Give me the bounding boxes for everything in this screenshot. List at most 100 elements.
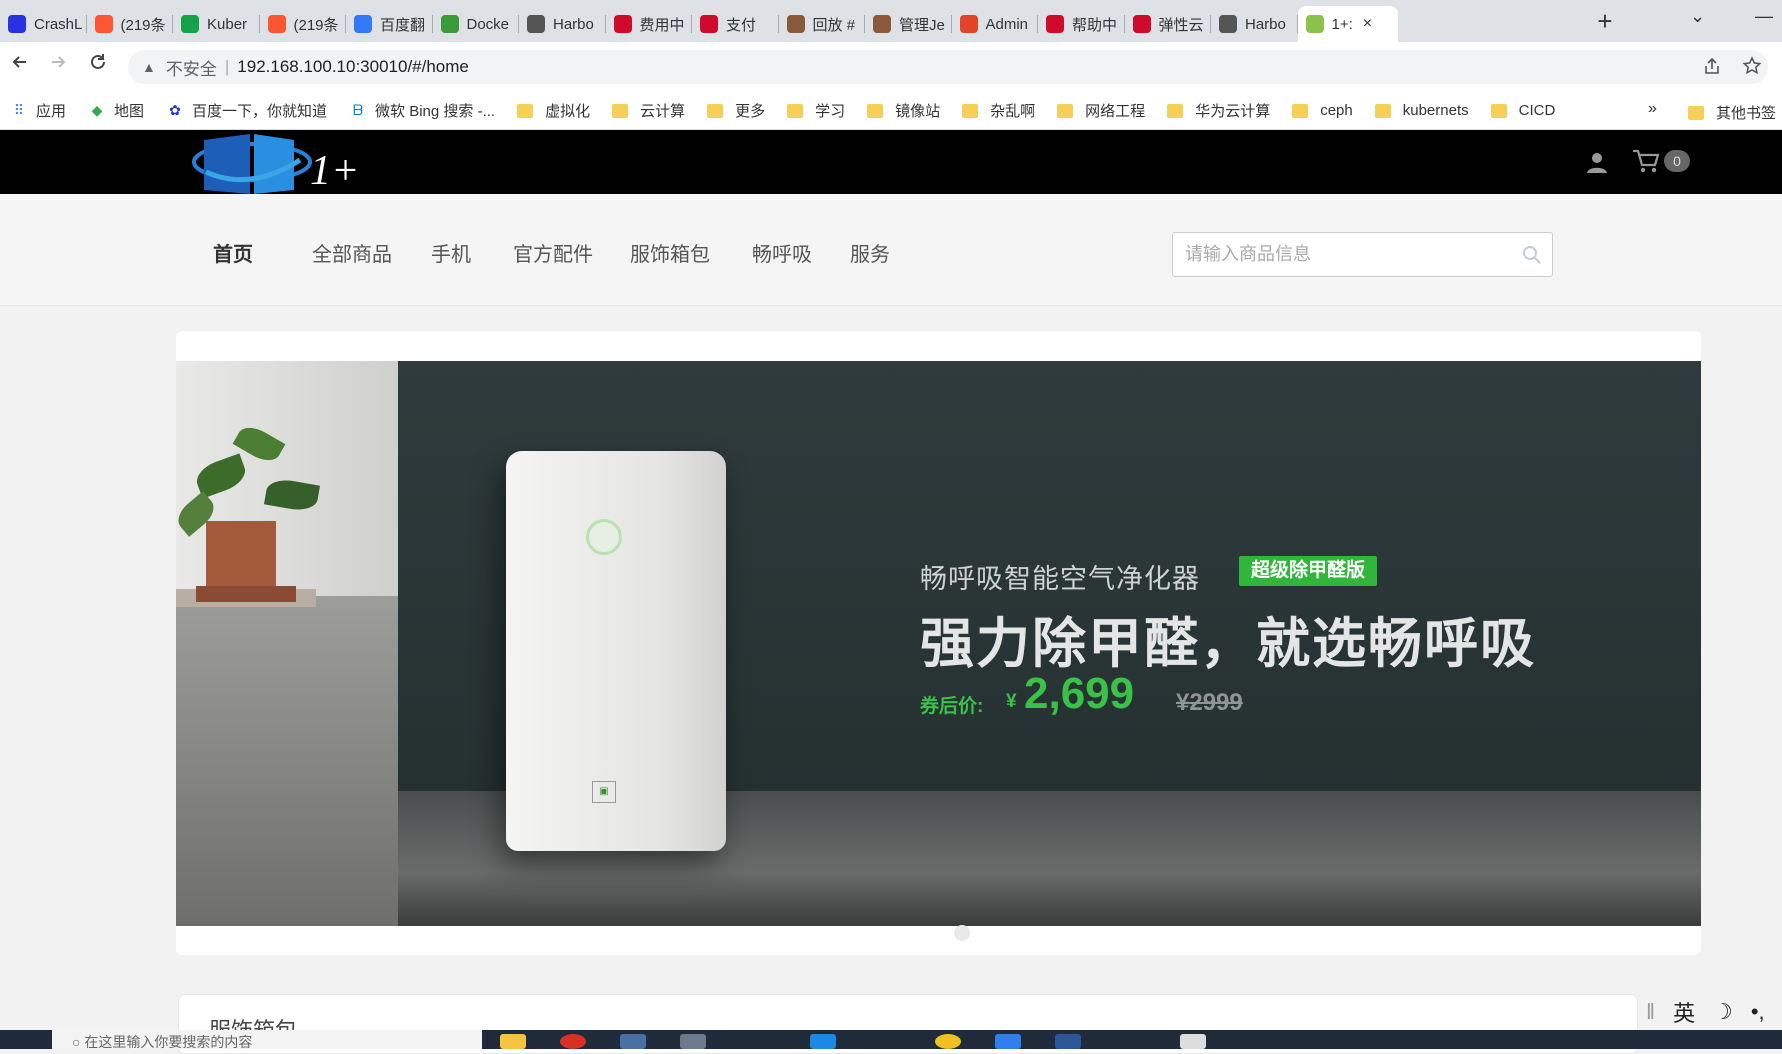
- nav-item[interactable]: 服饰箱包: [630, 238, 710, 267]
- app-icon[interactable]: [680, 1034, 706, 1049]
- bookmark-folder[interactable]: 虚拟化: [517, 100, 590, 121]
- url-text[interactable]: 192.168.100.10:30010/#/home: [237, 57, 469, 77]
- other-bookmarks[interactable]: 其他书签: [1688, 102, 1776, 123]
- browser-tab[interactable]: Kuber: [173, 6, 260, 42]
- browser-tab[interactable]: 管理Je: [865, 6, 952, 42]
- bookmarks-overflow-button[interactable]: »: [1648, 100, 1657, 118]
- browser-tab[interactable]: 1+: ×: [1297, 6, 1398, 42]
- browser-tab[interactable]: 弹性云: [1125, 6, 1211, 42]
- carousel-dot[interactable]: [954, 925, 970, 941]
- bookmark-maps[interactable]: ◆ 地图: [88, 100, 144, 121]
- harbor-icon: [1219, 15, 1237, 33]
- bookmark-folder[interactable]: 杂乱啊: [962, 100, 1035, 121]
- bookmark-folder[interactable]: 云计算: [612, 100, 685, 121]
- app-icon[interactable]: [810, 1034, 836, 1049]
- banner-wall-shadow: [176, 596, 398, 926]
- word-icon[interactable]: [1055, 1034, 1081, 1049]
- banner-price: 2,699: [1024, 669, 1135, 718]
- divider: |: [224, 57, 230, 76]
- address-bar[interactable]: ▲ 不安全 | 192.168.100.10:30010/#/home: [128, 50, 1768, 84]
- bookmark-folder[interactable]: kubernets: [1374, 102, 1469, 119]
- browser-tab[interactable]: (219条: [260, 6, 346, 42]
- search-icon[interactable]: [1522, 245, 1542, 265]
- currency-symbol: ¥: [1006, 691, 1017, 712]
- bookmark-bing[interactable]: ᗷ 微软 Bing 搜索 -...: [349, 100, 495, 121]
- bookmark-folder[interactable]: 镜像站: [867, 100, 940, 121]
- tab-label: (219条: [293, 16, 339, 34]
- windows-taskbar: ○ 在这里输入你要搜索的内容: [0, 1030, 1782, 1049]
- taskbar-search[interactable]: ○ 在这里输入你要搜索的内容: [52, 1030, 482, 1049]
- user-icon[interactable]: [1585, 150, 1609, 174]
- browser-tab[interactable]: 帮助中: [1038, 6, 1125, 42]
- air-purifier-image: ▣: [506, 451, 726, 851]
- nav-item[interactable]: 首页: [213, 238, 253, 267]
- share-icon[interactable]: [1702, 56, 1722, 81]
- folder-icon: [787, 103, 804, 118]
- tab-label: 回放 #: [812, 16, 856, 34]
- star-icon[interactable]: [1742, 56, 1762, 81]
- browser-tab[interactable]: (219条: [87, 6, 173, 42]
- browser-tab[interactable]: Docke: [433, 6, 519, 42]
- ime-handle[interactable]: ‖: [1646, 999, 1655, 1025]
- tab-label: 费用中: [639, 16, 685, 34]
- browser-tab[interactable]: 费用中: [606, 6, 692, 42]
- browser-tab[interactable]: Harbo: [1211, 6, 1298, 42]
- other-bookmarks-label: 其他书签: [1716, 105, 1777, 122]
- browser-tab[interactable]: Harbo: [519, 6, 606, 42]
- moon-icon[interactable]: ☽: [1713, 999, 1733, 1025]
- folder-icon: [612, 103, 629, 118]
- nav-item[interactable]: 手机: [431, 238, 471, 267]
- chrome-icon[interactable]: [560, 1034, 586, 1049]
- file-explorer-icon[interactable]: [500, 1034, 526, 1049]
- site-logo[interactable]: 1+: [190, 132, 370, 198]
- bookmark-baidu[interactable]: ✿ 百度一下，你就知道: [166, 100, 327, 121]
- ime-language[interactable]: 英: [1673, 996, 1695, 1028]
- app-icon[interactable]: [995, 1034, 1021, 1049]
- banner-old-price: ¥2999: [1176, 689, 1243, 716]
- insecure-label[interactable]: 不安全: [166, 55, 217, 80]
- nav-item[interactable]: 官方配件: [513, 238, 593, 267]
- bookmark-label: ceph: [1320, 102, 1353, 119]
- punctuation-toggle[interactable]: •,: [1751, 999, 1765, 1025]
- bookmark-folder[interactable]: ceph: [1292, 102, 1353, 119]
- close-tab-icon[interactable]: ×: [1363, 15, 1372, 33]
- browser-tab[interactable]: CrashL: [0, 6, 87, 42]
- app-icon[interactable]: [935, 1034, 961, 1049]
- shopping-cart-icon[interactable]: [1632, 148, 1660, 174]
- browser-tab[interactable]: 百度翻: [346, 6, 433, 42]
- tab-label: 帮助中: [1072, 16, 1118, 34]
- bookmark-label: 百度一下，你就知道: [192, 103, 328, 120]
- reload-icon[interactable]: [84, 52, 112, 80]
- app-icon[interactable]: [620, 1034, 646, 1049]
- browser-tab[interactable]: Admin: [952, 6, 1038, 42]
- product-search[interactable]: [1172, 232, 1553, 277]
- bookmark-folder[interactable]: 华为云计算: [1167, 100, 1270, 121]
- search-input[interactable]: [1173, 233, 1493, 276]
- new-tab-button[interactable]: +: [1590, 6, 1620, 36]
- baidu-icon: ✿: [169, 102, 181, 118]
- back-arrow-icon[interactable]: [6, 52, 34, 80]
- browser-tab[interactable]: 支付: [692, 6, 779, 42]
- bookmark-folder[interactable]: CICD: [1490, 102, 1555, 119]
- forward-arrow-icon[interactable]: [44, 52, 72, 80]
- bookmark-apps[interactable]: ⠿ 应用: [10, 100, 66, 121]
- nav-item[interactable]: 畅呼吸: [752, 238, 812, 267]
- bookmark-folder[interactable]: 网络工程: [1057, 100, 1145, 121]
- warning-triangle-icon[interactable]: ▲: [142, 59, 156, 75]
- banner-slide[interactable]: ▣ 畅呼吸智能空气净化器 超级除甲醛版 强力除甲醛，就选畅呼吸 券后价: ¥ 2…: [176, 361, 1701, 926]
- leaf-icon: [440, 15, 459, 33]
- bookmark-folder[interactable]: 学习: [787, 100, 845, 121]
- cart-count-badge[interactable]: 0: [1664, 150, 1690, 172]
- tab-list-button[interactable]: ⌄: [1690, 6, 1705, 27]
- browser-tab[interactable]: 回放 #: [779, 6, 865, 42]
- app-icon[interactable]: [1180, 1034, 1206, 1049]
- csdn-icon: [267, 15, 286, 33]
- csdn-icon: [94, 15, 113, 33]
- bookmark-label: 微软 Bing 搜索 -...: [375, 103, 496, 120]
- nav-item[interactable]: 全部商品: [312, 238, 392, 267]
- bookmarks-bar: ⠿ 应用 ◆ 地图 ✿ 百度一下，你就知道 ᗷ 微软 Bing 搜索 -... 虚拟化 云计算 更多…: [0, 92, 1782, 130]
- minimize-button[interactable]: —: [1755, 6, 1773, 27]
- bookmark-folder[interactable]: 更多: [707, 100, 765, 121]
- tab-label: 管理Je: [899, 16, 945, 34]
- nav-item[interactable]: 服务: [850, 238, 890, 267]
